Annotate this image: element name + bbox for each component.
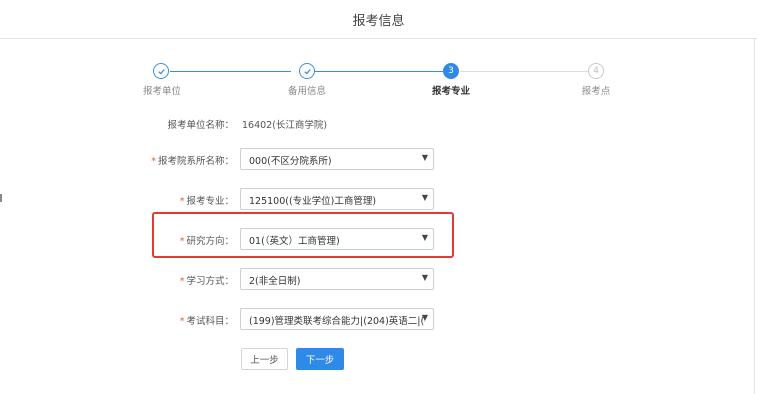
research-direction-select-value: 01(（英文）工商管理) [249,236,340,247]
previous-step-button[interactable]: 上一步 [241,348,288,370]
step-2-label: 备用信息 [287,86,326,97]
step-4-circle: 4 [588,63,604,79]
step-connector-3 [460,71,588,72]
step-2-check-icon [299,63,315,79]
page-header: 报考信息 [0,0,757,39]
dropdown-arrow-icon: ▼ [421,313,428,322]
dropdown-arrow-icon: ▼ [421,273,428,282]
next-step-button[interactable]: 下一步 [296,348,344,370]
left-edge-marker [0,194,2,202]
step-4-label: 报考点 [581,86,611,97]
required-marker: * [151,156,156,167]
unit-name-label: 报考单位名称： [167,120,234,131]
step-connector-2 [315,71,443,72]
dropdown-arrow-icon: ▼ [421,233,428,242]
study-mode-select[interactable]: 2(非全日制) ▼ [240,268,434,290]
step-3-label: 报考专业 [431,86,470,97]
page-title: 报考信息 [352,14,405,29]
exam-subjects-select[interactable]: (199)管理类联考综合能力|(204)英语二|(-)无 ▼ [240,308,434,330]
required-marker: * [179,196,185,207]
research-direction-select[interactable]: 01(（英文）工商管理) ▼ [240,228,434,250]
exam-subjects-select-value: (199)管理类联考综合能力|(204)英语二|(-)无 [249,316,425,327]
major-select[interactable]: 125100((专业学位)工商管理) ▼ [240,188,434,210]
unit-name-value: 16402(长江商学院) [242,120,328,131]
required-marker: * [179,236,185,247]
right-divider [754,38,755,394]
step-3-circle: 3 [443,63,459,79]
required-marker: * [179,276,185,287]
required-marker: * [179,316,185,327]
major-label: * 报考专业： [179,196,234,207]
exam-subjects-label: * 考试科目： [179,316,234,327]
dropdown-arrow-icon: ▼ [421,193,428,202]
department-select[interactable]: 000(不区分院系所) ▼ [240,148,434,170]
research-direction-label: * 研究方向： [179,236,234,247]
department-select-value: 000(不区分院系所) [249,156,332,167]
step-1-label: 报考单位 [142,86,181,97]
study-mode-label: * 学习方式： [179,276,234,287]
department-label: * 报考院系所名称： [151,156,234,167]
step-1-check-icon [153,63,169,79]
dropdown-arrow-icon: ▼ [421,153,428,162]
major-select-value: 125100((专业学位)工商管理) [249,196,377,207]
step-connector-1 [170,71,291,72]
study-mode-select-value: 2(非全日制) [249,276,301,287]
